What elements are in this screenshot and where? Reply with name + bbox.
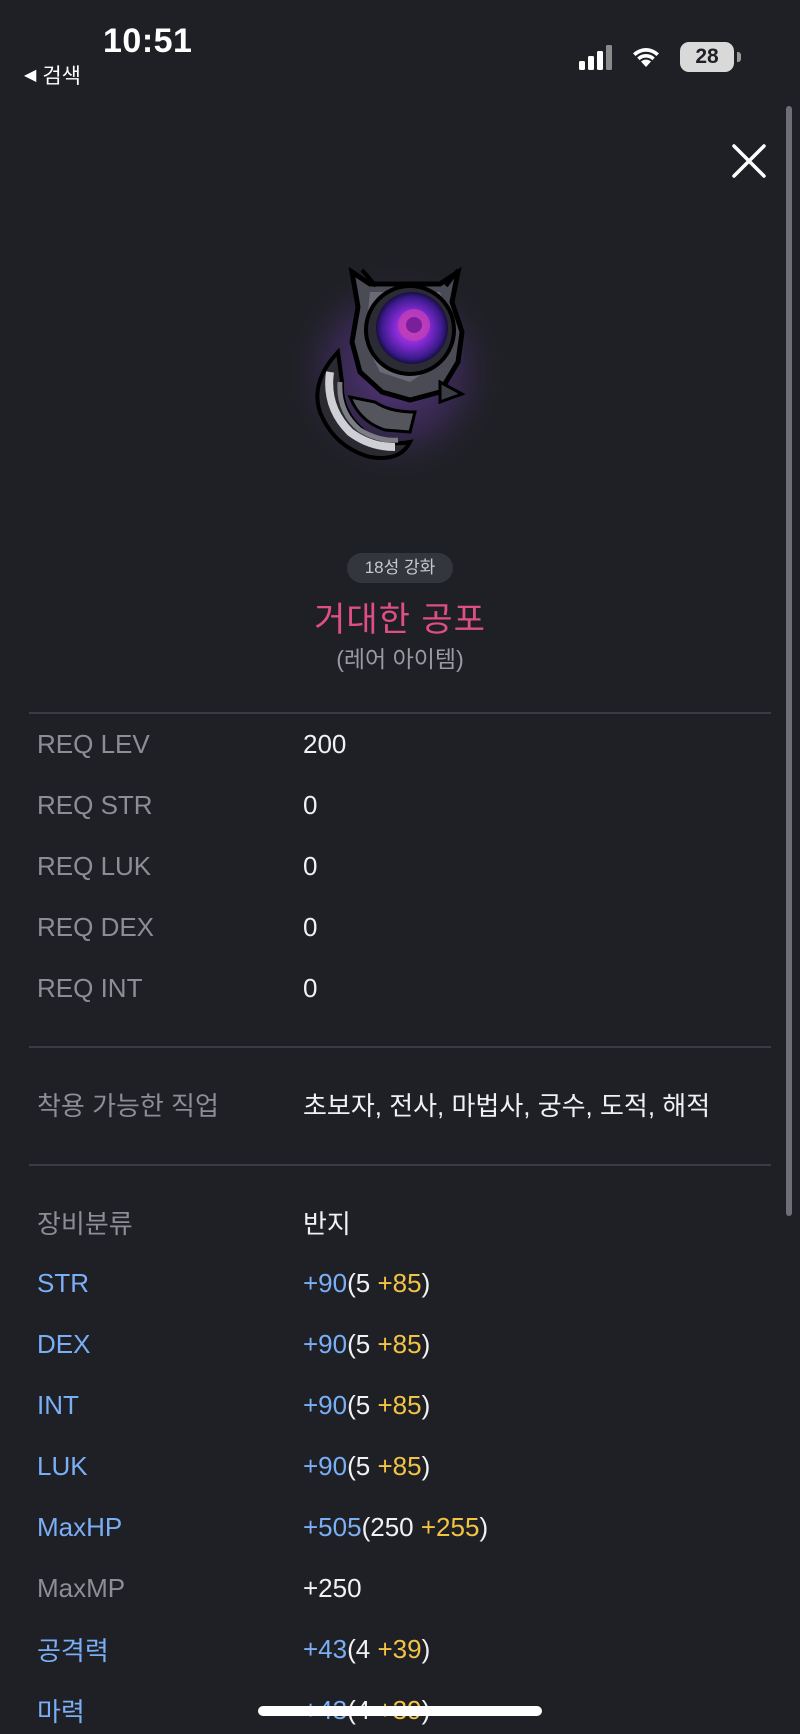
status-indicators: 28 bbox=[579, 42, 741, 72]
back-arrow-icon: ◀ bbox=[24, 67, 37, 84]
requirement-row: REQ DEX 0 bbox=[37, 907, 767, 947]
stat-value: +43(4 +39) bbox=[303, 1633, 431, 1664]
stat-row-luk: LUK +90(5 +85) bbox=[37, 1446, 767, 1486]
back-label: 검색 bbox=[42, 65, 81, 88]
jobs-label: 착용 가능한 직업 bbox=[37, 1090, 219, 1121]
cellular-signal-icon bbox=[579, 44, 612, 70]
jobs-row: 착용 가능한 직업 초보자, 전사, 마법사, 궁수, 도적, 해적 bbox=[37, 1084, 767, 1124]
stat-row-maxmp: MaxMP +250 bbox=[37, 1568, 767, 1608]
requirement-label: REQ STR bbox=[37, 789, 153, 820]
requirement-value: 0 bbox=[303, 972, 318, 1003]
home-indicator[interactable] bbox=[258, 1706, 542, 1716]
item-name: 거대한 공포 bbox=[314, 601, 486, 639]
requirement-row: REQ STR 0 bbox=[37, 785, 767, 825]
requirement-label: REQ LUK bbox=[37, 850, 152, 881]
enhance-badge: 18성 강화 bbox=[347, 553, 453, 583]
battery-level: 28 bbox=[695, 45, 719, 68]
divider bbox=[29, 1046, 771, 1048]
stat-label: LUK bbox=[37, 1450, 88, 1481]
requirement-row: REQ LEV 200 bbox=[37, 724, 767, 764]
close-icon[interactable] bbox=[728, 140, 770, 182]
stat-value: +250 bbox=[303, 1572, 362, 1603]
item-grade: (레어 아이템) bbox=[336, 646, 464, 672]
requirement-value: 200 bbox=[303, 728, 347, 759]
category-label: 장비분류 bbox=[37, 1208, 133, 1239]
stat-value: +90(5 +85) bbox=[303, 1389, 431, 1420]
status-time: 10:51 bbox=[103, 22, 193, 60]
stat-row-maxhp: MaxHP +505(250 +255) bbox=[37, 1507, 767, 1547]
stat-value: +90(5 +85) bbox=[303, 1267, 431, 1298]
requirement-row: REQ INT 0 bbox=[37, 968, 767, 1008]
item-detail-screen: 10:51 ◀ 검색 28 18성 강화 거대한 공포 (레어 아이템) REQ… bbox=[0, 0, 800, 1734]
requirement-label: REQ DEX bbox=[37, 911, 155, 942]
stat-label: MaxHP bbox=[37, 1511, 123, 1542]
jobs-value: 초보자, 전사, 마법사, 궁수, 도적, 해적 bbox=[303, 1090, 711, 1121]
requirement-value: 0 bbox=[303, 850, 318, 881]
requirement-value: 0 bbox=[303, 911, 318, 942]
stat-label: MaxMP bbox=[37, 1572, 126, 1603]
requirement-value: 0 bbox=[303, 789, 318, 820]
divider bbox=[29, 712, 771, 714]
stat-label: STR bbox=[37, 1267, 89, 1298]
stat-row-dex: DEX +90(5 +85) bbox=[37, 1324, 767, 1364]
requirement-label: REQ LEV bbox=[37, 728, 150, 759]
stat-row-int: INT +90(5 +85) bbox=[37, 1385, 767, 1425]
stat-value: +90(5 +85) bbox=[303, 1450, 431, 1481]
stat-label: INT bbox=[37, 1389, 79, 1420]
category-row: 장비분류 반지 bbox=[37, 1202, 767, 1242]
wifi-icon bbox=[633, 48, 659, 67]
stat-label: DEX bbox=[37, 1328, 91, 1359]
stat-row-str: STR +90(5 +85) bbox=[37, 1263, 767, 1303]
divider bbox=[29, 1164, 771, 1166]
stat-row-attack: 공격력 +43(4 +39) bbox=[37, 1629, 767, 1669]
battery-icon: 28 bbox=[680, 42, 741, 72]
ring-item-image bbox=[290, 262, 505, 482]
stat-value: +505(250 +255) bbox=[303, 1511, 489, 1542]
stat-value: +90(5 +85) bbox=[303, 1328, 431, 1359]
category-value: 반지 bbox=[303, 1208, 351, 1239]
stat-label: 공격력 bbox=[37, 1635, 109, 1666]
requirement-row: REQ LUK 0 bbox=[37, 846, 767, 886]
requirement-label: REQ INT bbox=[37, 972, 143, 1003]
back-to-search-button[interactable]: ◀ 검색 bbox=[24, 60, 81, 90]
